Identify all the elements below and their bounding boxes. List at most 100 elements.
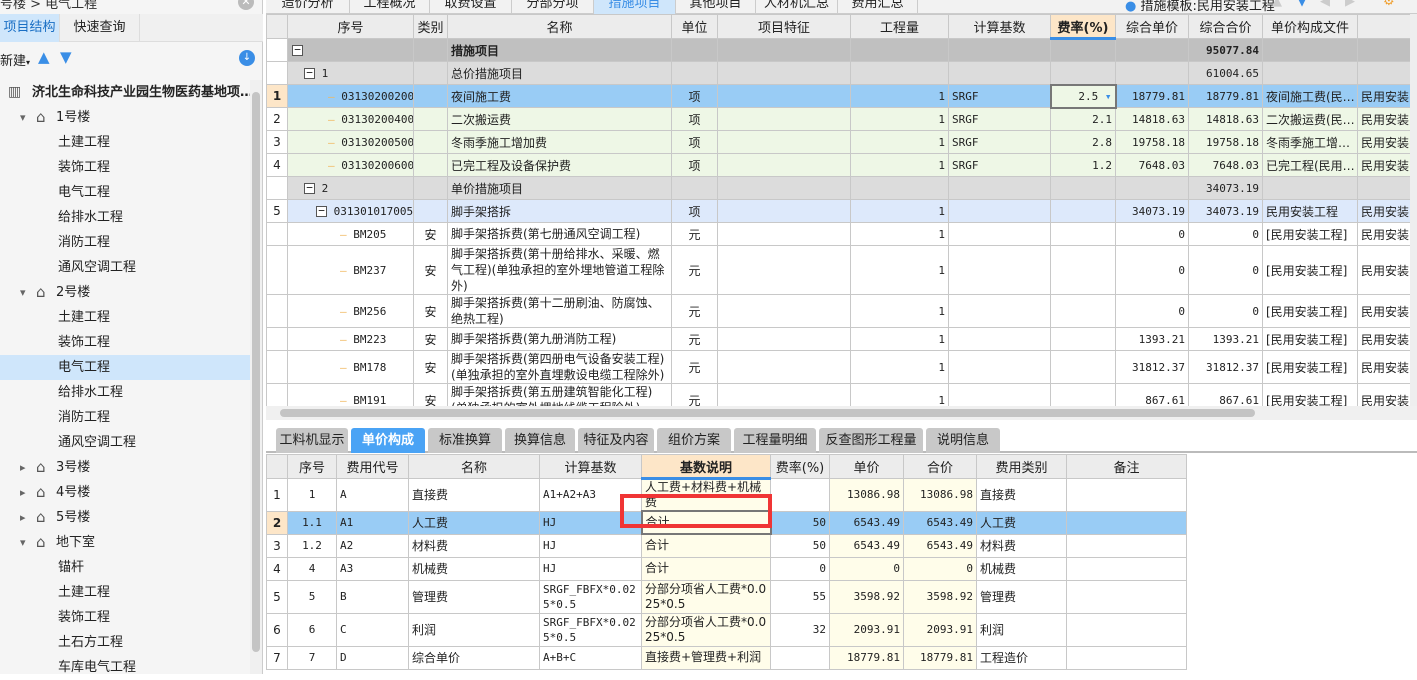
base-desc-cell[interactable]: 合计 [641, 556, 771, 581]
tab-0[interactable]: 造价分析 [266, 0, 350, 14]
table-row[interactable]: 6 6 C 利润 SRGF_FBFX*0.025*0.5 分部分项省人工费*0.025*0… [266, 612, 1187, 647]
tree-item[interactable]: ▸ ⌂ 5号楼 [0, 505, 250, 530]
row-number[interactable] [266, 222, 288, 246]
column-header[interactable]: 费用类别 [976, 454, 1067, 479]
row-number[interactable] [266, 327, 288, 351]
table-row[interactable]: — BM256 安脚手架搭拆费(第十二册刷油、防腐蚀、绝热工程) 元 1 0 0 [民用安装… [266, 294, 1411, 328]
row-number[interactable]: 1 [266, 84, 288, 108]
row-number[interactable] [266, 350, 288, 384]
table-row[interactable]: — BM237 安脚手架搭拆费(第十册给排水、采暖、燃气工程)(单独承担的室外埋地… [266, 245, 1411, 295]
scrollbar-thumb[interactable] [252, 92, 260, 652]
tree-item[interactable]: 通风空调工程 [0, 430, 250, 455]
tree-item[interactable]: 消防工程 [0, 230, 250, 255]
column-header[interactable]: 计算基数 [539, 454, 642, 479]
column-header[interactable]: 综合单价 [1115, 14, 1189, 39]
tree-item[interactable]: 装饰工程 [0, 330, 250, 355]
table-row[interactable]: − 2 单价措施项目 34073.19 [266, 176, 1411, 200]
column-header[interactable] [266, 454, 288, 479]
collapse-arrow-icon[interactable]: ▸ [20, 505, 26, 530]
column-header[interactable]: 名称 [408, 454, 540, 479]
table-row[interactable]: − 措施项目 95077.84 [266, 38, 1411, 62]
tree-item[interactable]: 电气工程 [0, 180, 250, 205]
column-header[interactable]: 类别 [413, 14, 448, 39]
collapse-arrow-icon[interactable]: ▸ [20, 480, 26, 505]
tree-item[interactable]: 电气工程 [0, 355, 250, 380]
column-header[interactable]: 单价构成文件 [1262, 14, 1358, 39]
table-row[interactable]: 5 5 B 管理费 SRGF_FBFX*0.025*0.5 分部分项省人工费*0.025*… [266, 579, 1187, 614]
tree-item[interactable]: 锚杆 [0, 555, 250, 580]
tree-item[interactable]: 通风空调工程 [0, 255, 250, 280]
column-header[interactable]: 综合合价 [1188, 14, 1263, 39]
tree-item[interactable]: 土石方工程 [0, 630, 250, 655]
tab-6[interactable]: 人材机汇总 [756, 0, 838, 14]
tree-item[interactable]: ▸ ⌂ 3号楼 [0, 455, 250, 480]
row-number[interactable]: 5 [266, 199, 288, 223]
tab-7[interactable]: 费用汇总 [838, 0, 918, 14]
row-number[interactable] [266, 294, 288, 328]
bottom-tab-5[interactable]: 组价方案 [657, 428, 731, 453]
table-row[interactable]: 3 1.2 A2 材料费 HJ 合计 50 6543.49 6543.49 材料费 [266, 533, 1187, 558]
tree-item[interactable]: 土建工程 [0, 305, 250, 330]
base-desc-cell[interactable]: 分部分项省人工费*0.025*0.5 [641, 579, 771, 614]
collapse-box-icon[interactable]: − [292, 44, 303, 56]
bottom-tab-2[interactable]: 标准换算 [428, 428, 502, 453]
arrow-right-icon[interactable]: ▶ [1345, 0, 1355, 9]
tab-5[interactable]: 其他项目 [676, 0, 756, 14]
row-number[interactable]: 3 [266, 130, 288, 154]
row-number[interactable] [266, 61, 288, 85]
tree-item[interactable]: 装饰工程 [0, 155, 250, 180]
bottom-tab-7[interactable]: 反查图形工程量 [819, 428, 923, 453]
arrow-up-icon[interactable]: ▲ [1272, 0, 1282, 9]
bottom-tab-4[interactable]: 特征及内容 [578, 428, 654, 453]
tree-item[interactable]: ▸ ⌂ 4号楼 [0, 480, 250, 505]
table-row[interactable]: 2— 031302004005 二次搬运费项 1 SRGF 2.1 14818.63 148… [266, 107, 1411, 131]
row-number[interactable]: 2 [266, 107, 288, 131]
tree-scrollbar[interactable] [250, 80, 262, 674]
tab-4[interactable]: 措施项目 [594, 0, 676, 14]
tree-item[interactable]: ▾ ⌂ 1号楼 [0, 105, 250, 130]
tree-item[interactable]: 车库电气工程 [0, 655, 250, 680]
column-header[interactable]: 项目特征 [717, 14, 851, 39]
bottom-tab-8[interactable]: 说明信息 [926, 428, 1000, 453]
tab-3[interactable]: 分部分项 [512, 0, 594, 14]
column-header[interactable]: 计算基数 [948, 14, 1051, 39]
column-header[interactable]: 序号 [287, 454, 337, 479]
collapse-all-icon[interactable]: ↓ [239, 50, 255, 66]
tab-1[interactable]: 工程概况 [350, 0, 430, 14]
bottom-tab-3[interactable]: 换算信息 [505, 428, 575, 453]
tree-item[interactable]: 消防工程 [0, 405, 250, 430]
table-row[interactable]: 5− 031301017005 脚手架搭拆项 1 34073.19 34073.19 民用… [266, 199, 1411, 223]
tree-item[interactable]: 装饰工程 [0, 605, 250, 630]
move-up-icon[interactable]: ▲ [38, 48, 50, 66]
column-header[interactable]: 工程量 [850, 14, 949, 39]
column-header[interactable]: 费用代号 [336, 454, 409, 479]
table-row[interactable]: — BM205 安脚手架搭拆费(第七册通风空调工程) 元 1 0 0 [民用安装工程] 民用安… [266, 222, 1411, 246]
tree-item[interactable]: ▥ 济北生命科技产业园生物医药基地项… [0, 80, 253, 106]
horizontal-scrollbar[interactable] [266, 406, 1417, 420]
template-indicator[interactable]: ● 措施模板:民用安装工程 [1125, 0, 1275, 14]
collapse-arrow-icon[interactable]: ▸ [20, 455, 26, 480]
tab-quick-search[interactable]: 快速查询 [60, 14, 140, 42]
expand-arrow-icon[interactable]: ▾ [20, 280, 26, 305]
column-header[interactable] [1357, 14, 1411, 39]
settings-icon[interactable]: ⚙ [1383, 0, 1395, 9]
base-desc-cell[interactable]: 分部分项省人工费*0.025*0.5 [641, 612, 771, 647]
table-row[interactable]: — BM178 安脚手架搭拆费(第四册电气设备安装工程)(单独承担的室外直埋敷设电… [266, 350, 1411, 384]
column-header[interactable]: 合价 [903, 454, 977, 479]
dropdown-icon[interactable]: ▾ [1098, 90, 1112, 103]
column-header[interactable]: 单价 [829, 454, 904, 479]
collapse-box-icon[interactable]: − [316, 205, 327, 217]
column-header[interactable]: 费率(%) [1050, 14, 1116, 40]
vertical-scrollbar[interactable] [1410, 14, 1417, 406]
tree-item[interactable]: 给排水工程 [0, 205, 250, 230]
table-row[interactable]: — BM223 安脚手架搭拆费(第九册消防工程) 元 1 1393.21 1393.21[… [266, 327, 1411, 351]
tree-item[interactable]: ▾ ⌂ 地下室 [0, 530, 250, 555]
arrow-left-icon[interactable]: ◀ [1320, 0, 1330, 9]
tree-item[interactable]: 土建工程 [0, 130, 250, 155]
table-row[interactable]: 3— 031302005005 冬雨季施工增加费项 1 SRGF 2.8 19758.18… [266, 130, 1411, 154]
column-header[interactable]: 基数说明 [641, 454, 771, 480]
tree-item[interactable]: 土建工程 [0, 580, 250, 605]
rate-cell[interactable]: 2.5 ▾ [1049, 83, 1117, 109]
column-header[interactable] [266, 14, 288, 39]
move-down-icon[interactable]: ▼ [60, 48, 72, 66]
